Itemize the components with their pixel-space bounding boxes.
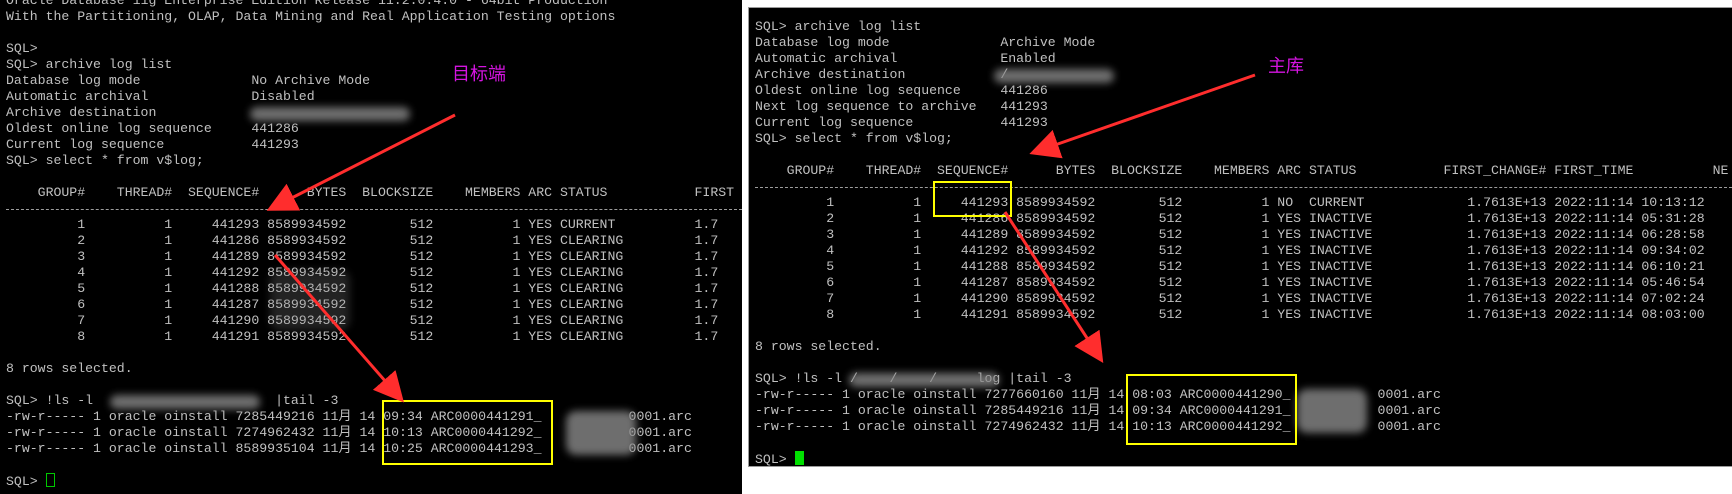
table-row: 7 1 441290 8589934592 512 1 YES CLEARING… bbox=[6, 313, 719, 328]
redacted-path bbox=[110, 395, 260, 409]
redacted-path bbox=[994, 69, 1114, 83]
column-header-row: GROUP# THREAD# SEQUENCE# BYTES BLOCKSIZE… bbox=[6, 185, 735, 200]
header-separator bbox=[6, 209, 742, 210]
target-terminal-window[interactable]: Oracle Database 11g Enterprise Edition R… bbox=[0, 0, 742, 494]
table-row: 4 1 441292 8589934592 512 1 YES INACTIVE… bbox=[755, 243, 1705, 258]
target-side-label: 目标端 bbox=[452, 64, 506, 85]
rows-selected-text: 8 rows selected. bbox=[755, 339, 882, 354]
terminal-line: SQL> archive log list bbox=[6, 57, 173, 72]
header-separator bbox=[755, 187, 1732, 188]
table-row: 8 1 441291 8589934592 512 1 YES INACTIVE… bbox=[755, 307, 1705, 322]
table-row: 2 1 441286 8589934592 512 1 YES CLEARING… bbox=[6, 233, 719, 248]
table-row: 2 1 441286 8589934592 512 1 YES INACTIVE… bbox=[755, 211, 1705, 226]
redacted-filename bbox=[566, 411, 636, 455]
terminal-line: With the Partitioning, OLAP, Data Mining… bbox=[6, 9, 616, 24]
primary-label: 主库 bbox=[1268, 56, 1304, 77]
table-row: 3 1 441289 8589934592 512 1 YES INACTIVE… bbox=[755, 227, 1705, 242]
target-archive-highlight bbox=[382, 400, 553, 465]
terminal-line: Automatic archival Disabled bbox=[6, 89, 315, 104]
terminal-line: Oldest online log sequence 441286 bbox=[6, 121, 299, 136]
terminal-line: SQL> bbox=[6, 41, 38, 56]
terminal-line: Oracle Database 11g Enterprise Edition R… bbox=[6, 0, 608, 8]
terminal-line: Current log sequence 441293 bbox=[6, 137, 299, 152]
terminal-line: Database log mode Archive Mode bbox=[755, 35, 1096, 50]
rows-selected-text: 8 rows selected. bbox=[6, 361, 133, 376]
table-row: 4 1 441292 8589934592 512 1 YES CLEARING… bbox=[6, 265, 719, 280]
table-row: 8 1 441291 8589934592 512 1 YES CLEARING… bbox=[6, 329, 719, 344]
prompt-text: SQL> bbox=[6, 474, 46, 489]
redacted-path bbox=[250, 107, 410, 121]
cursor bbox=[45, 473, 55, 487]
terminal-line: Next log sequence to archive 441293 bbox=[755, 99, 1048, 114]
table-row: 3 1 441289 8589934592 512 1 YES CLEARING… bbox=[6, 249, 719, 264]
terminal-line: SQL> select * from v$log; bbox=[6, 153, 204, 168]
prompt-line[interactable]: SQL> bbox=[6, 473, 55, 489]
cursor bbox=[794, 451, 804, 465]
primary-sequence-highlight bbox=[933, 181, 1012, 217]
table-row: 1 1 441293 8589934592 512 1 YES CURRENT … bbox=[6, 217, 719, 232]
primary-archive-highlight bbox=[1126, 374, 1297, 445]
column-header-row: GROUP# THREAD# SEQUENCE# BYTES BLOCKSIZE… bbox=[755, 163, 1729, 178]
redacted-path bbox=[849, 373, 999, 387]
prompt-line[interactable]: SQL> bbox=[755, 451, 804, 467]
terminal-line: Database log mode No Archive Mode bbox=[6, 73, 371, 88]
table-row: 6 1 441287 8589934592 512 1 YES CLEARING… bbox=[6, 297, 719, 312]
terminal-line: Current log sequence 441293 bbox=[755, 115, 1048, 130]
terminal-line: SQL> select * from v$log; bbox=[755, 131, 953, 146]
redacted-filename bbox=[1297, 389, 1367, 433]
table-row: 1 1 441293 8589934592 512 1 NO CURRENT 1… bbox=[755, 195, 1705, 210]
table-row: 5 1 441288 8589934592 512 1 YES INACTIVE… bbox=[755, 259, 1705, 274]
table-row: 5 1 441288 8589934592 512 1 YES CLEARING… bbox=[6, 281, 719, 296]
table-row: 7 1 441290 8589934592 512 1 YES INACTIVE… bbox=[755, 291, 1705, 306]
terminal-line: SQL> archive log list bbox=[755, 19, 922, 34]
terminal-line: Archive destination / bbox=[755, 67, 1009, 82]
terminal-line: Oldest online log sequence 441286 bbox=[755, 83, 1048, 98]
redacted-overlay bbox=[270, 270, 350, 330]
terminal-line: Automatic archival Enabled bbox=[755, 51, 1056, 66]
terminal-line: Archive destination bbox=[6, 105, 157, 120]
table-row: 6 1 441287 8589934592 512 1 YES INACTIVE… bbox=[755, 275, 1705, 290]
prompt-text: SQL> bbox=[755, 452, 795, 467]
